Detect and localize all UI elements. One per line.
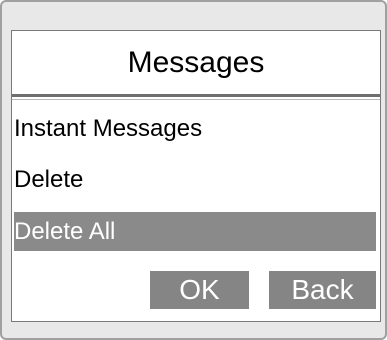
device-frame: Messages Instant Messages Delete Delete … (0, 0, 387, 340)
back-button[interactable]: Back (269, 271, 376, 309)
ok-button[interactable]: OK (150, 271, 249, 309)
title-divider-shadow (12, 99, 380, 100)
menu-item-delete[interactable]: Delete (14, 160, 376, 199)
messages-dialog: Messages Instant Messages Delete Delete … (11, 30, 381, 322)
button-bar: OK Back (12, 271, 380, 311)
title-divider (12, 94, 380, 97)
menu-item-delete-all[interactable]: Delete All (14, 212, 376, 251)
menu-item-instant-messages[interactable]: Instant Messages (14, 109, 376, 148)
dialog-title: Messages (127, 45, 265, 79)
